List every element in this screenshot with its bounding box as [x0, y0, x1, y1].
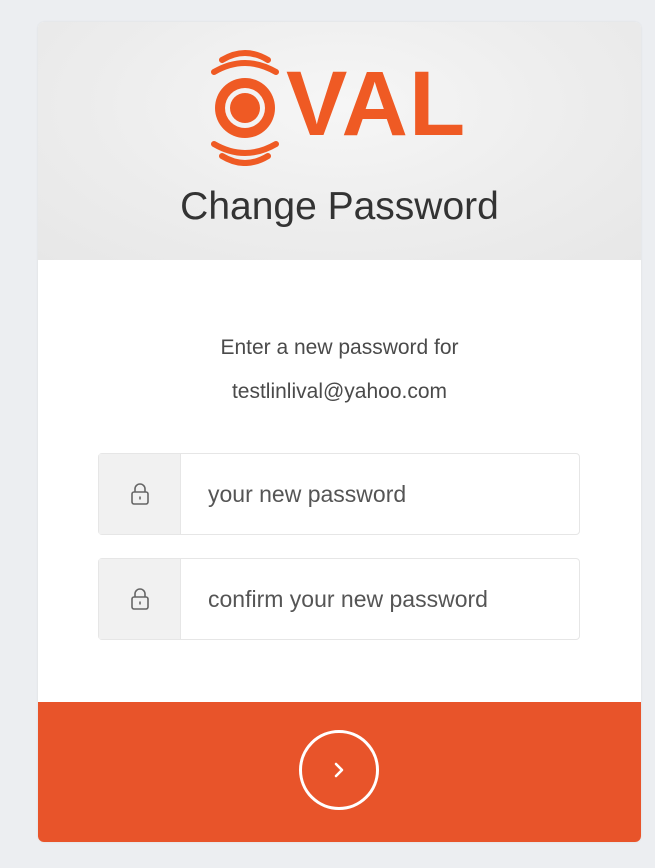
card-header: VAL Change Password	[38, 22, 641, 260]
oval-signal-icon	[211, 50, 279, 166]
oval-logo: VAL	[204, 44, 494, 166]
lock-icon	[131, 588, 149, 610]
change-password-card: VAL Change Password Enter a new password…	[38, 22, 641, 842]
submit-circle	[299, 730, 379, 810]
chevron-right-icon	[334, 762, 344, 778]
lock-icon	[131, 483, 149, 505]
confirm-password-field	[98, 558, 580, 640]
instructions: Enter a new password for testlinlival@ya…	[38, 326, 641, 414]
submit-button[interactable]	[38, 702, 641, 842]
confirm-password-input[interactable]	[181, 559, 579, 639]
page-title: Change Password	[180, 185, 499, 228]
logo-text: VAL	[286, 53, 467, 155]
new-password-addon	[99, 454, 181, 534]
account-email: testlinlival@yahoo.com	[231, 380, 448, 403]
new-password-input[interactable]	[181, 454, 579, 534]
new-password-field	[98, 453, 580, 535]
confirm-password-addon	[99, 559, 181, 639]
instructions-text: Enter a new password for	[220, 336, 459, 359]
card-body: Enter a new password for testlinlival@ya…	[38, 260, 641, 702]
